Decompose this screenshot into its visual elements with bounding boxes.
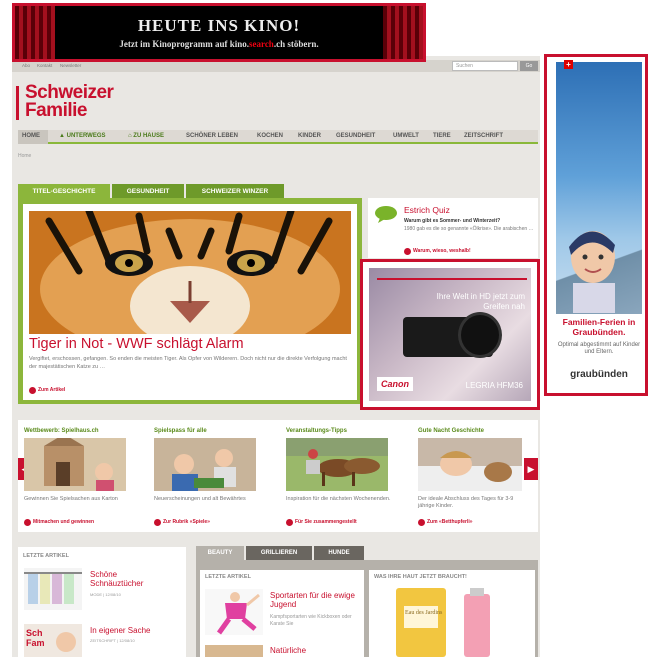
latest-article-meta: ZEITSCHRIFT | 12/08/10	[90, 638, 135, 643]
camera-lens	[458, 312, 502, 358]
search-input[interactable]: Suchen	[452, 61, 518, 71]
teaser-title[interactable]: Wettbewerb: Spielhaus.ch	[24, 428, 99, 434]
nav-zuhause[interactable]: ⌂ ZU HAUSE	[128, 133, 164, 139]
quiz-question: Warum gibt es Sommer- und Winterzeit?	[404, 218, 501, 224]
banner-headline: HEUTE INS KINO!	[137, 16, 301, 35]
teaser-desc: Der ideale Abschluss des Tages für 3-9 j…	[418, 496, 514, 509]
teaser-title[interactable]: Veranstaltungs-Tipps	[286, 428, 347, 434]
tab-titel-geschichte[interactable]: TITEL-GESCHICHTE	[18, 184, 110, 199]
feature-more-link[interactable]: Zum Artikel	[29, 387, 65, 394]
perfume-product-image[interactable]	[376, 588, 532, 657]
tab-beauty[interactable]: BEAUTY	[196, 546, 244, 560]
quiz-title[interactable]: Estrich Quiz	[404, 205, 450, 215]
teaser-desc: Inspiration für die nächsten Wochenenden…	[286, 496, 391, 502]
sky-headline: Familien-Ferien in Graubünden.	[562, 317, 636, 337]
latest-article-title[interactable]: Schöne Schnäuztücher	[90, 570, 168, 588]
tiger-photo[interactable]	[29, 211, 351, 334]
feature-text: Vergiftet, erschossen, gefangen. So ende…	[29, 356, 347, 370]
teaser-desc: Neuerscheinungen und alt Bewährtes	[154, 496, 246, 502]
sport-article-title[interactable]: Sportarten für die ewige Jugend	[270, 591, 358, 609]
teaser-more-link[interactable]: Zum «Betthupferli»	[418, 519, 473, 526]
graubuenden-logo: graubünden	[570, 369, 628, 380]
speech-bubble-icon	[375, 206, 397, 223]
canon-ad[interactable]: Ihre Welt in HD jetzt zum Greifen nah Ca…	[360, 259, 540, 410]
teaser-title[interactable]: Spielspass für alle	[154, 428, 207, 434]
bottom-left-heading: LETZTE ARTIKEL	[205, 574, 251, 580]
bottom-right-heading: WAS IHRE HAUT JETZT BRAUCHT!	[374, 574, 467, 580]
nav-umwelt[interactable]: UMWELT	[393, 133, 419, 139]
child-photo	[569, 231, 615, 313]
teaser-title[interactable]: Gute Nacht Geschichte	[418, 428, 484, 434]
nav-gesundheit[interactable]: GESUNDHEIT	[336, 133, 375, 139]
natural-article-image[interactable]	[205, 645, 263, 657]
util-link-newsletter[interactable]: Newsletter	[60, 63, 81, 68]
latest-article-image[interactable]: Sch Fam	[24, 624, 82, 657]
latest-article-title[interactable]: In eigener Sache	[90, 626, 168, 635]
util-link-abo[interactable]: Abo	[22, 63, 30, 68]
nav-unterwegs[interactable]: ▲ UNTERWEGS	[59, 133, 106, 139]
teaser-desc: Gewinnen Sie Spielsachen aus Karton	[24, 496, 118, 502]
tab-gesundheit[interactable]: GESUNDHEIT	[112, 184, 184, 199]
svg-text:Sch: Sch	[26, 628, 43, 638]
teaser-more-link[interactable]: Mitmachen und gewinnen	[24, 519, 94, 526]
nav-schoener-leben[interactable]: SCHÖNER LEBEN	[186, 133, 238, 139]
tab-hunde[interactable]: HUNDE	[314, 546, 364, 560]
canon-headline: Ihre Welt in HD jetzt zum Greifen nah	[436, 292, 525, 311]
natural-article-title[interactable]: Natürliche	[270, 646, 306, 655]
sport-article-image[interactable]	[205, 589, 263, 635]
banner-subline: Jetzt im Kinoprogramm auf kino.search.ch…	[119, 39, 319, 49]
search-go-button[interactable]: Go	[520, 61, 538, 71]
chevron-right-icon: ▶	[527, 464, 535, 474]
sky-subtext: Optimal abgestimmt auf Kinder und Eltern…	[557, 342, 641, 355]
carousel-next-button[interactable]: ▶	[524, 458, 538, 480]
sport-article-desc: Kampfsportarten wie Kickboxen oder Karat…	[270, 614, 352, 627]
util-link-kontakt[interactable]: Kontakt	[37, 63, 52, 68]
tab-schweizer-winzer[interactable]: SCHWEIZER WINZER	[186, 184, 284, 199]
teaser-image-horses[interactable]	[286, 438, 388, 491]
latest-articles-heading: LETZTE ARTIKEL	[23, 553, 69, 559]
breadcrumb[interactable]: Home	[18, 153, 31, 159]
nav-kochen[interactable]: KOCHEN	[257, 133, 283, 139]
quiz-description: 1980 gab es die so genannte «Ölkrise». D…	[404, 226, 534, 232]
tree-icon: ▲	[59, 133, 67, 139]
tab-grillieren[interactable]: GRILLIEREN	[246, 546, 312, 560]
quiz-more-link[interactable]: Warum, wieso, weshalb!	[404, 248, 471, 255]
svg-text:Fam: Fam	[26, 638, 45, 648]
teaser-image-playhouse[interactable]	[24, 438, 126, 491]
nav-tiere[interactable]: TIERE	[433, 133, 451, 139]
nav-kinder[interactable]: KINDER	[298, 133, 321, 139]
teaser-image-sleeping-child[interactable]	[418, 438, 522, 491]
swiss-flag-icon: +	[564, 60, 573, 69]
nav-home[interactable]: HOME	[22, 133, 40, 139]
teaser-more-link[interactable]: Für Sie zusammengestellt	[286, 519, 357, 526]
canon-logo: Canon	[377, 377, 413, 391]
skyscraper-ad[interactable]: + Familien-Ferien in Graubünden. Optimal…	[544, 54, 648, 396]
feature-title[interactable]: Tiger in Not - WWF schlägt Alarm	[29, 336, 244, 352]
canon-red-line	[377, 278, 527, 280]
cinema-banner-ad[interactable]: HEUTE INS KINO! Jetzt im Kinoprogramm au…	[12, 3, 426, 62]
perfume-label: Eau des Jardins	[405, 610, 443, 616]
teaser-more-link[interactable]: Zur Rubrik «Spiele»	[154, 519, 210, 526]
latest-article-meta: MODE | 12/08/10	[90, 592, 121, 597]
latest-article-image[interactable]	[24, 568, 82, 610]
nav-zeitschrift[interactable]: ZEITSCHRIFT	[464, 133, 503, 139]
teaser-image-games[interactable]	[154, 438, 256, 491]
canon-model: LEGRIA HFM36	[465, 381, 523, 390]
